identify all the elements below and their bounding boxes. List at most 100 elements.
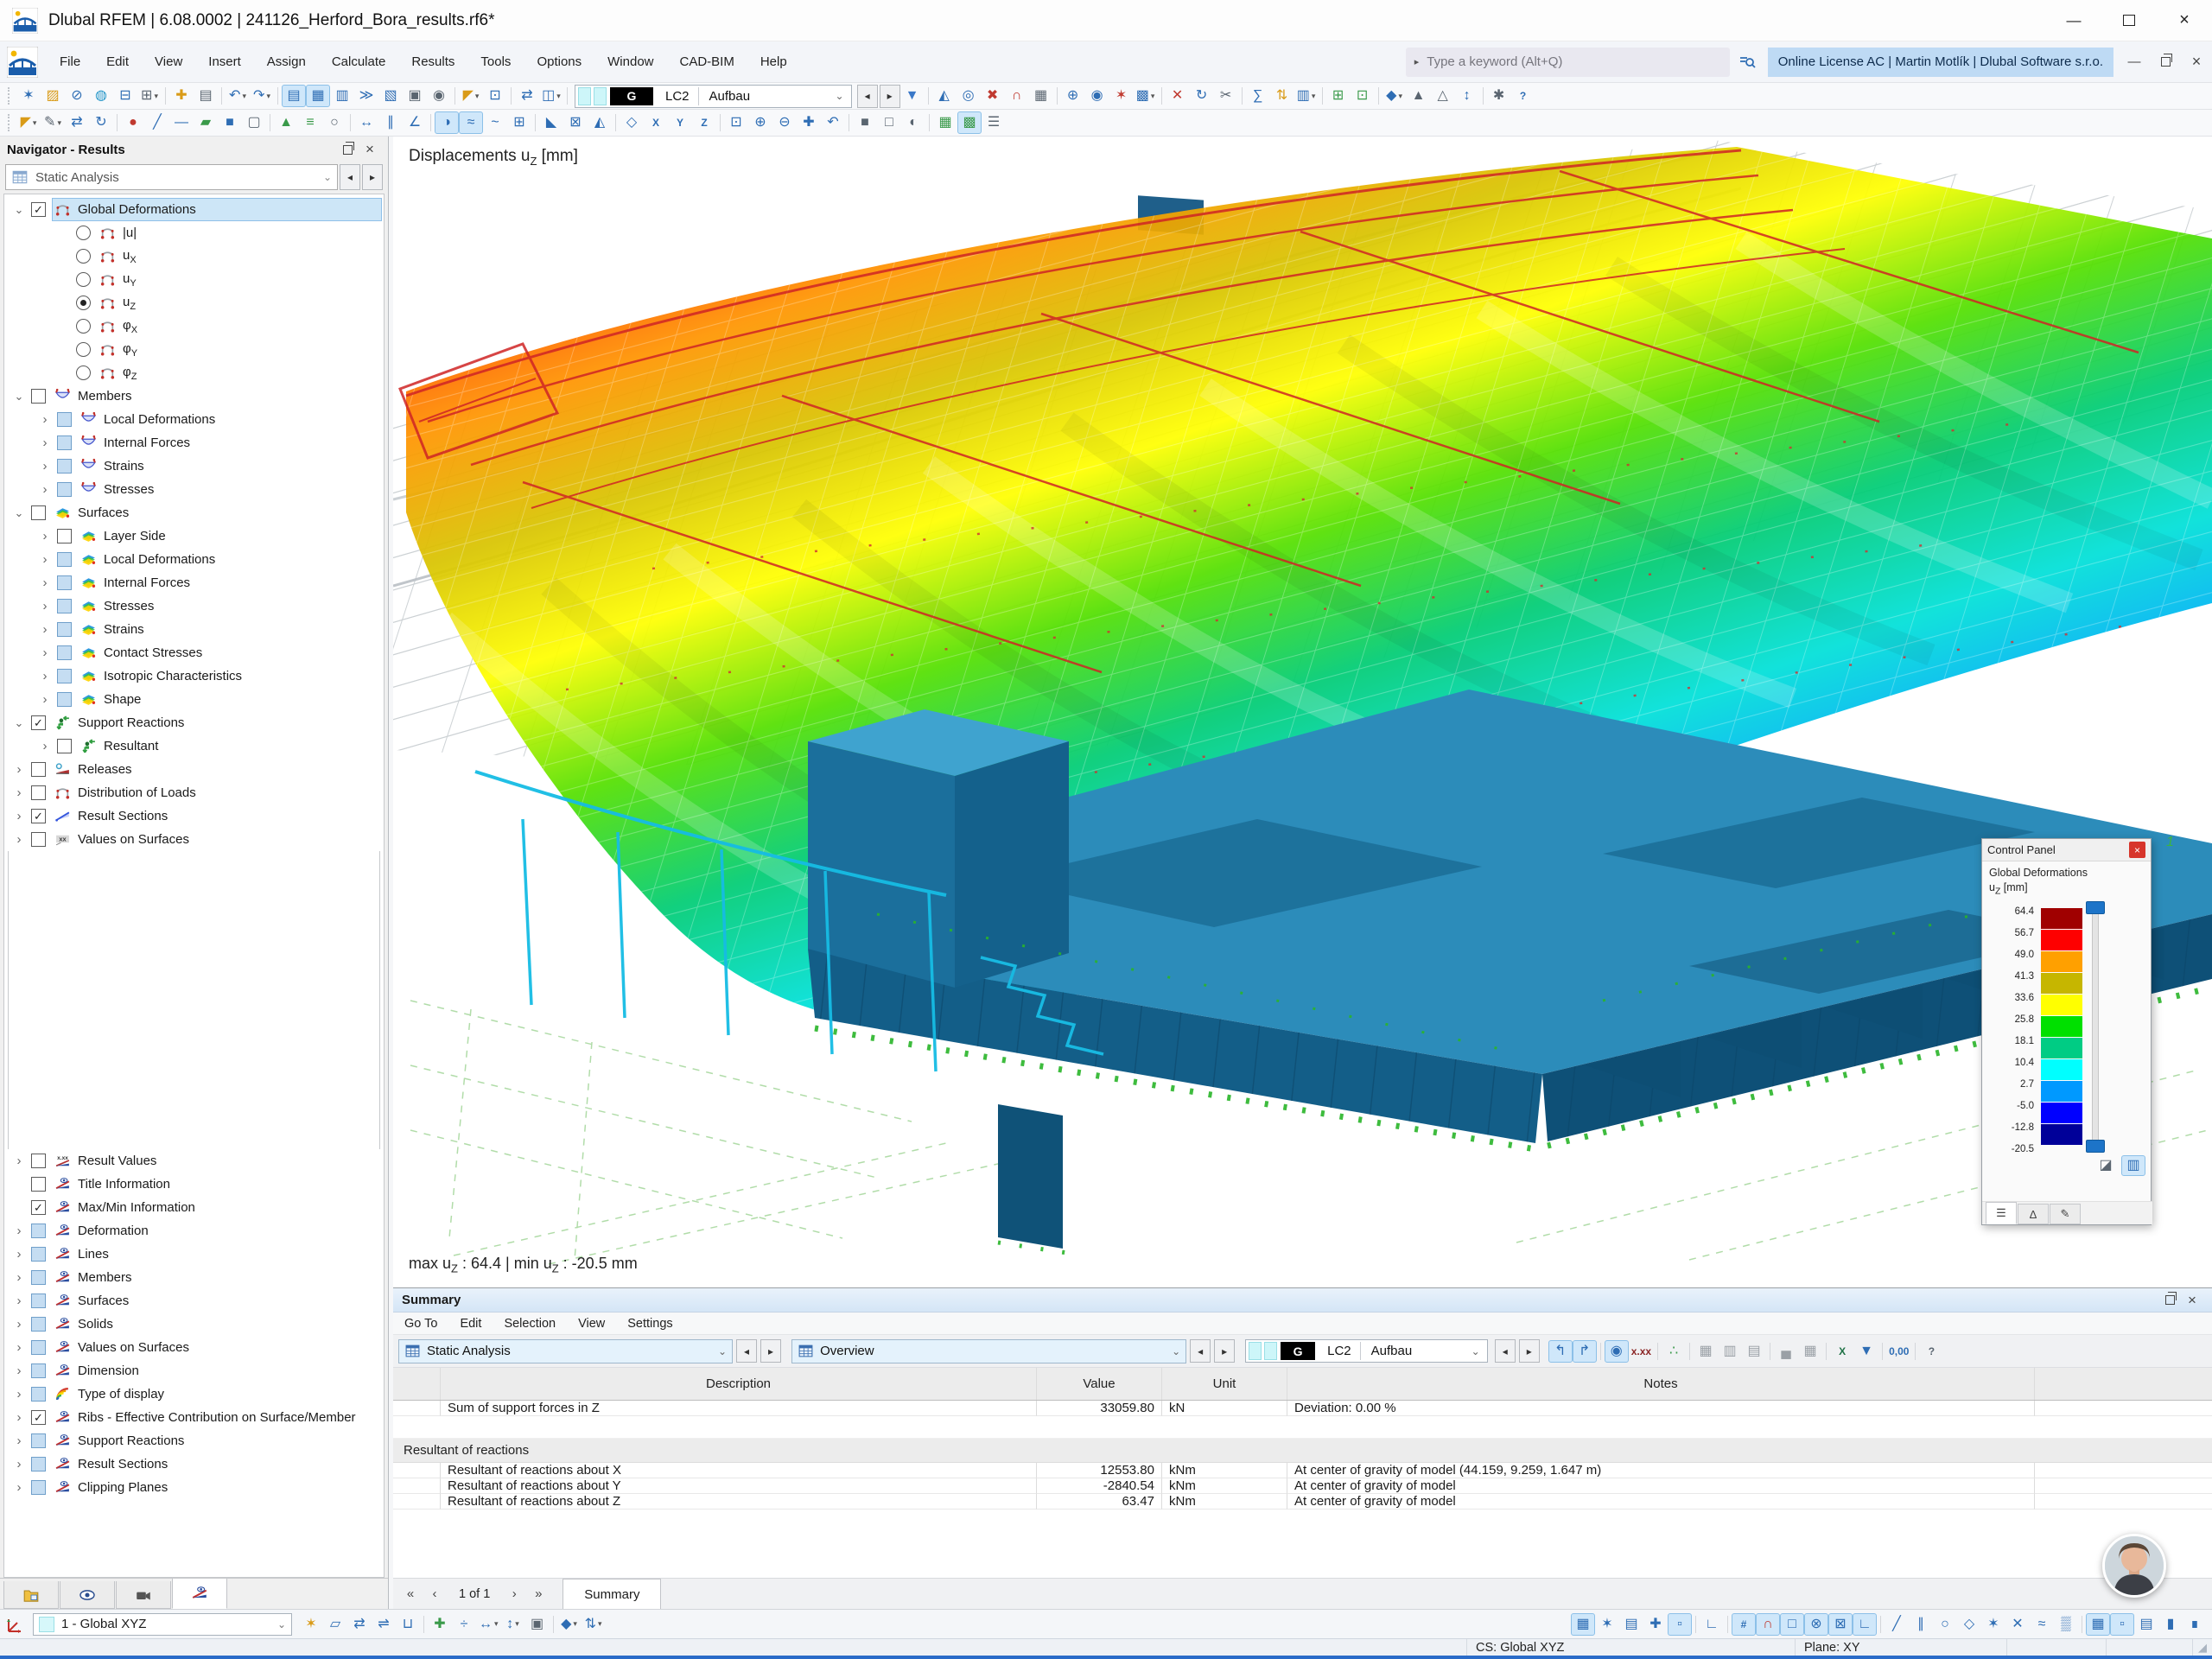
design-steel-icon[interactable]: ▲ [1407,85,1431,107]
tree-support-reactions-display[interactable]: Support Reactions [4,1429,384,1452]
tree-surfaces-stresses[interactable]: Stresses [4,594,384,618]
checkbox[interactable] [57,692,72,707]
expander-icon[interactable] [35,552,54,567]
zoom-out-icon[interactable]: ⊖ [772,111,797,134]
tools[interactable]: Tools [467,48,524,77]
edit-object-icon[interactable]: ▱ [323,1613,347,1636]
checkbox[interactable] [76,272,91,287]
scale-edit-icon[interactable]: ▥ [2121,1155,2145,1176]
edit[interactable]: Edit [93,48,142,77]
table-row[interactable]: Resultant of reactions about Z 63.47 kNm… [393,1494,2212,1510]
tree-global-deformations[interactable]: Global Deformations [4,198,384,221]
edit-mode-icon[interactable]: ✎ ▾ [41,111,65,134]
checkbox[interactable] [31,389,46,404]
snap-points-icon[interactable]: ✶ [1595,1613,1619,1636]
tree-phiz[interactable]: φZ [4,361,384,385]
last-page-button[interactable]: » [526,1583,550,1605]
scale-slider-handle-bottom[interactable] [2086,1140,2105,1153]
tree-u-abs[interactable]: |u| [4,221,384,245]
results[interactable]: Results [398,48,467,77]
model-viewport[interactable]: Displacements uZ [mm] 1 Control Panel × … [393,137,2212,1287]
control-panel-close-button[interactable]: × [2129,842,2145,858]
new-from-template-icon[interactable]: ✚ [169,85,194,107]
summary-view-dropdown[interactable]: Overview ⌄ [791,1338,1187,1363]
checkbox[interactable] [76,296,91,310]
tree-members-internal-forces[interactable]: Internal Forces [4,431,384,454]
printout-report-icon[interactable]: ▧ [378,85,403,107]
expander-icon[interactable] [10,506,29,520]
checkbox[interactable] [31,1410,46,1425]
user-avatar[interactable] [2102,1534,2166,1598]
load-case-combo[interactable]: G LC2 Aufbau ⌄ [575,84,852,108]
export-excel-icon[interactable]: X [1830,1340,1854,1363]
tree-uy[interactable]: uY [4,268,384,291]
search-input[interactable]: ▸ Type a keyword (Alt+Q) [1405,47,1730,77]
table-row[interactable]: Sum of support forces in Z 33059.80 kN D… [393,1401,2212,1416]
expander-icon[interactable] [10,1270,29,1285]
tree-shape[interactable]: Shape [4,688,384,711]
import-icon[interactable]: ◍ [89,85,113,107]
checkbox[interactable] [31,1247,46,1262]
delete-results-icon[interactable]: ✕ [1166,85,1190,107]
expander-icon[interactable] [10,203,29,217]
tree-support-reactions[interactable]: Support Reactions [4,711,384,734]
tree-members[interactable]: Members [4,385,384,408]
checkbox[interactable] [57,459,72,474]
shadow-icon[interactable]: ◐ [901,111,925,134]
checkbox[interactable] [31,1200,46,1215]
move-copy-icon[interactable]: ⇄ [65,111,89,134]
expander-icon[interactable] [35,482,54,497]
tree-type-of-display[interactable]: Type of display [4,1382,384,1406]
edit-select-icon[interactable]: ◤ ▾ [16,111,41,134]
solid-icon[interactable]: ■ [218,111,242,134]
zoom-in-icon[interactable]: ⊕ [748,111,772,134]
dimension-tool-icon[interactable]: ↕ ▾ [501,1613,525,1636]
node-icon[interactable]: ● [121,111,145,134]
expander-icon[interactable] [10,762,29,777]
checkbox[interactable] [57,622,72,637]
expander-icon[interactable] [10,1457,29,1471]
tree-isotropic-characteristics[interactable]: Isotropic Characteristics [4,664,384,688]
checkbox[interactable] [76,226,91,240]
guidelines-icon[interactable]: ∥ [378,111,403,134]
summary-close-button[interactable]: × [2181,1292,2203,1309]
tangent-snap-icon[interactable]: ◇ [1957,1613,1981,1636]
hinge-icon[interactable]: ○ [322,111,346,134]
tab-color-scale[interactable]: ☰ [1986,1202,2017,1224]
checkbox[interactable] [57,482,72,497]
tables-toggle-icon[interactable]: ▦ [306,85,330,107]
surface-icon[interactable]: ▰ [194,111,218,134]
settings[interactable]: Settings [616,1317,683,1331]
line-icon[interactable]: ╱ [145,111,169,134]
checkbox[interactable] [31,1270,46,1285]
table-help-icon[interactable]: ? [1919,1340,1943,1363]
tree-solids[interactable]: Solids [4,1313,384,1336]
expander-icon[interactable] [10,1247,29,1262]
file[interactable]: File [47,48,93,77]
tab-display-navigator[interactable] [60,1581,115,1609]
expander-icon[interactable] [35,435,54,450]
display-properties-icon[interactable]: ☰ [982,111,1006,134]
doc-minimize-button[interactable]: — [2119,48,2150,77]
intersection-snap-icon[interactable]: ⊠ [1828,1612,1853,1636]
coordinate-system-dropdown[interactable]: 1 - Global XYZ ⌄ [33,1612,292,1636]
checkbox[interactable] [31,1433,46,1448]
tab-data-navigator[interactable] [3,1581,59,1609]
doc-restore-button[interactable] [2150,48,2181,77]
filter-table-icon[interactable]: ▼ [1854,1340,1878,1363]
tree-result-sections[interactable]: Result Sections [4,804,384,828]
calculate[interactable]: Calculate [319,48,399,77]
expander-icon[interactable] [35,529,54,543]
tree-releases[interactable]: Releases [4,758,384,781]
doc-close-button[interactable]: × [2181,48,2212,77]
margins-icon[interactable]: ▦ [933,111,957,134]
pan-icon[interactable]: ✚ [797,111,821,134]
checkbox[interactable] [57,529,72,543]
curve-snap-icon[interactable]: ≈ [2030,1613,2054,1636]
tab-filter[interactable]: ✎ [2050,1204,2081,1224]
tree-values-on-surfaces[interactable]: Values on Surfaces [4,828,384,851]
save-icon[interactable]: ⊟ [113,85,137,107]
analysis-type-dropdown[interactable]: Static Analysis ⌄ [5,164,338,190]
tree-result-values[interactable]: Result Values [4,1149,384,1173]
checkbox[interactable] [31,1363,46,1378]
